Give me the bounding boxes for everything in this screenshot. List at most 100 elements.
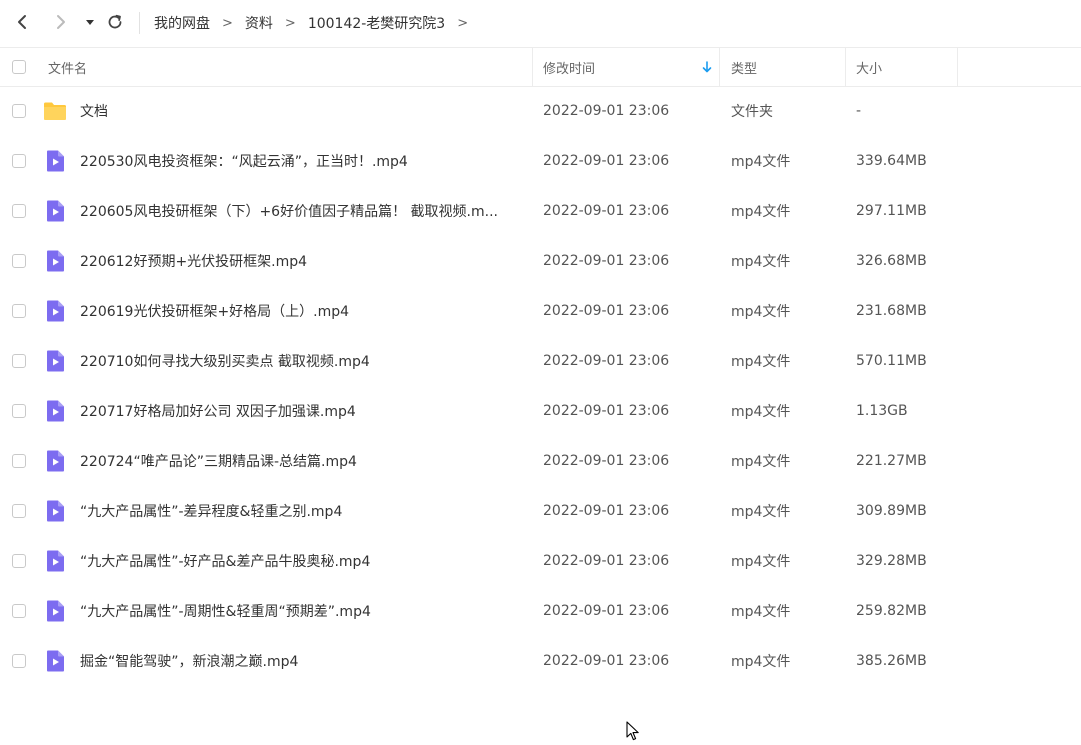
file-size: 570.11MB (856, 353, 927, 369)
toolbar-divider (139, 12, 140, 34)
file-size: 231.68MB (856, 303, 927, 319)
file-type: mp4文件 (731, 504, 791, 520)
row-checkbox[interactable] (12, 254, 26, 268)
file-modified-time: 2022-09-01 23:06 (543, 503, 670, 519)
column-header-type[interactable]: 类型 (731, 48, 757, 86)
column-divider[interactable] (719, 48, 720, 86)
file-name[interactable]: 220724“唯产品论”三期精品课-总结篇.mp4 (80, 436, 522, 486)
breadcrumb-current[interactable]: 100142-老樊研究院3 (308, 13, 445, 33)
refresh-icon[interactable] (104, 11, 126, 33)
file-modified-time: 2022-09-01 23:06 (543, 403, 670, 419)
row-checkbox[interactable] (12, 604, 26, 618)
file-modified-time: 2022-09-01 23:06 (543, 353, 670, 369)
row-checkbox[interactable] (12, 554, 26, 568)
row-checkbox[interactable] (12, 104, 26, 118)
file-type: mp4文件 (731, 604, 791, 620)
file-name[interactable]: “九大产品属性”-差异程度&轻重之别.mp4 (80, 486, 522, 536)
file-name[interactable]: 220530风电投资框架：“风起云涌”，正当时！.mp4 (80, 136, 522, 186)
column-header-name[interactable]: 文件名 (48, 48, 87, 86)
file-name[interactable]: 掘金“智能驾驶”，新浪潮之巅.mp4 (80, 636, 522, 686)
file-size: 1.13GB (856, 403, 908, 419)
file-row[interactable]: 220612好预期+光伏投研框架.mp4 2022-09-01 23:06 mp4文… (0, 236, 1081, 286)
row-checkbox[interactable] (12, 354, 26, 368)
sort-descending-icon[interactable] (700, 60, 714, 74)
file-name[interactable]: 220612好预期+光伏投研框架.mp4 (80, 236, 522, 286)
file-row[interactable]: 220710如何寻找大级别买卖点 截取视频.mp4 2022-09-01 23:0… (0, 336, 1081, 386)
file-size: 259.82MB (856, 603, 927, 619)
video-file-icon (47, 150, 64, 172)
file-type: mp4文件 (731, 254, 791, 270)
file-modified-time: 2022-09-01 23:06 (543, 253, 670, 269)
file-name[interactable]: “九大产品属性”-周期性&轻重周“预期差”.mp4 (80, 586, 522, 636)
back-icon[interactable] (11, 11, 33, 33)
file-name[interactable]: 220605风电投研框架（下）+6好价值因子精品篇！ 截取视频.m... (80, 186, 522, 236)
file-row[interactable]: “九大产品属性”-周期性&轻重周“预期差”.mp4 2022-09-01 23:0… (0, 586, 1081, 636)
file-type: mp4文件 (731, 354, 791, 370)
file-row[interactable]: “九大产品属性”-差异程度&轻重之别.mp4 2022-09-01 23:06 mp… (0, 486, 1081, 536)
select-all-checkbox[interactable] (12, 60, 26, 74)
file-modified-time: 2022-09-01 23:06 (543, 553, 670, 569)
file-modified-time: 2022-09-01 23:06 (543, 453, 670, 469)
navigation-bar: 我的网盘 > 资料 > 100142-老樊研究院3 > (0, 0, 1081, 46)
file-modified-time: 2022-09-01 23:06 (543, 303, 670, 319)
column-divider[interactable] (532, 48, 533, 86)
file-list-header: 文件名 修改时间 类型 大小 (0, 47, 1081, 87)
history-dropdown-icon[interactable] (79, 11, 101, 33)
row-checkbox[interactable] (12, 204, 26, 218)
file-row[interactable]: 220717好格局加好公司 双因子加强课.mp4 2022-09-01 23:06… (0, 386, 1081, 436)
forward-icon[interactable] (50, 11, 72, 33)
file-type: mp4文件 (731, 654, 791, 670)
file-name[interactable]: 文档 (80, 86, 522, 136)
file-size: 329.28MB (856, 553, 927, 569)
row-checkbox[interactable] (12, 154, 26, 168)
row-checkbox[interactable] (12, 504, 26, 518)
breadcrumb-item[interactable]: 我的网盘 (154, 13, 210, 33)
file-row[interactable]: 220619光伏投研框架+好格局（上）.mp4 2022-09-01 23:06 m… (0, 286, 1081, 336)
file-modified-time: 2022-09-01 23:06 (543, 153, 670, 169)
column-header-modified[interactable]: 修改时间 (543, 48, 595, 86)
file-size: 339.64MB (856, 153, 927, 169)
file-modified-time: 2022-09-01 23:06 (543, 603, 670, 619)
file-name[interactable]: 220619光伏投研框架+好格局（上）.mp4 (80, 286, 522, 336)
file-row[interactable]: 掘金“智能驾驶”，新浪潮之巅.mp4 2022-09-01 23:06 mp4文件 3… (0, 636, 1081, 686)
file-size: 297.11MB (856, 203, 927, 219)
file-type: mp4文件 (731, 204, 791, 220)
row-checkbox[interactable] (12, 404, 26, 418)
video-file-icon (47, 550, 64, 572)
video-file-icon (47, 400, 64, 422)
file-size: 385.26MB (856, 653, 927, 669)
folder-icon (44, 102, 66, 120)
file-size: 221.27MB (856, 453, 927, 469)
folder-row[interactable]: 文档 2022-09-01 23:06 文件夹 - (0, 86, 1081, 136)
file-type: 文件夹 (731, 104, 773, 120)
file-row[interactable]: 220530风电投资框架：“风起云涌”，正当时！.mp4 2022-09-01 2… (0, 136, 1081, 186)
file-row[interactable]: 220724“唯产品论”三期精品课-总结篇.mp4 2022-09-01 23:0… (0, 436, 1081, 486)
column-divider[interactable] (957, 48, 958, 86)
file-modified-time: 2022-09-01 23:06 (543, 203, 670, 219)
file-row[interactable]: 220605风电投研框架（下）+6好价值因子精品篇！ 截取视频.m... 2022… (0, 186, 1081, 236)
column-divider[interactable] (845, 48, 846, 86)
row-checkbox[interactable] (12, 454, 26, 468)
file-name[interactable]: “九大产品属性”-好产品&差产品牛股奥秘.mp4 (80, 536, 522, 586)
breadcrumb: 我的网盘 > 资料 > 100142-老樊研究院3 > (154, 13, 468, 33)
file-type: mp4文件 (731, 304, 791, 320)
video-file-icon (47, 600, 64, 622)
file-modified-time: 2022-09-01 23:06 (543, 653, 670, 669)
file-row[interactable]: “九大产品属性”-好产品&差产品牛股奥秘.mp4 2022-09-01 23:06… (0, 536, 1081, 586)
column-header-size[interactable]: 大小 (856, 48, 882, 86)
mouse-cursor-icon (626, 721, 639, 741)
select-all-cell (12, 48, 26, 86)
row-checkbox[interactable] (12, 304, 26, 318)
breadcrumb-expand-separator[interactable]: > (457, 16, 468, 31)
file-name[interactable]: 220710如何寻找大级别买卖点 截取视频.mp4 (80, 336, 522, 386)
file-name[interactable]: 220717好格局加好公司 双因子加强课.mp4 (80, 386, 522, 436)
breadcrumb-item[interactable]: 资料 (245, 13, 273, 33)
file-size: - (856, 103, 862, 119)
breadcrumb-separator: > (222, 15, 233, 31)
row-checkbox[interactable] (12, 654, 26, 668)
file-type: mp4文件 (731, 404, 791, 420)
video-file-icon (47, 200, 64, 222)
file-size: 309.89MB (856, 503, 927, 519)
file-type: mp4文件 (731, 454, 791, 470)
video-file-icon (47, 250, 64, 272)
